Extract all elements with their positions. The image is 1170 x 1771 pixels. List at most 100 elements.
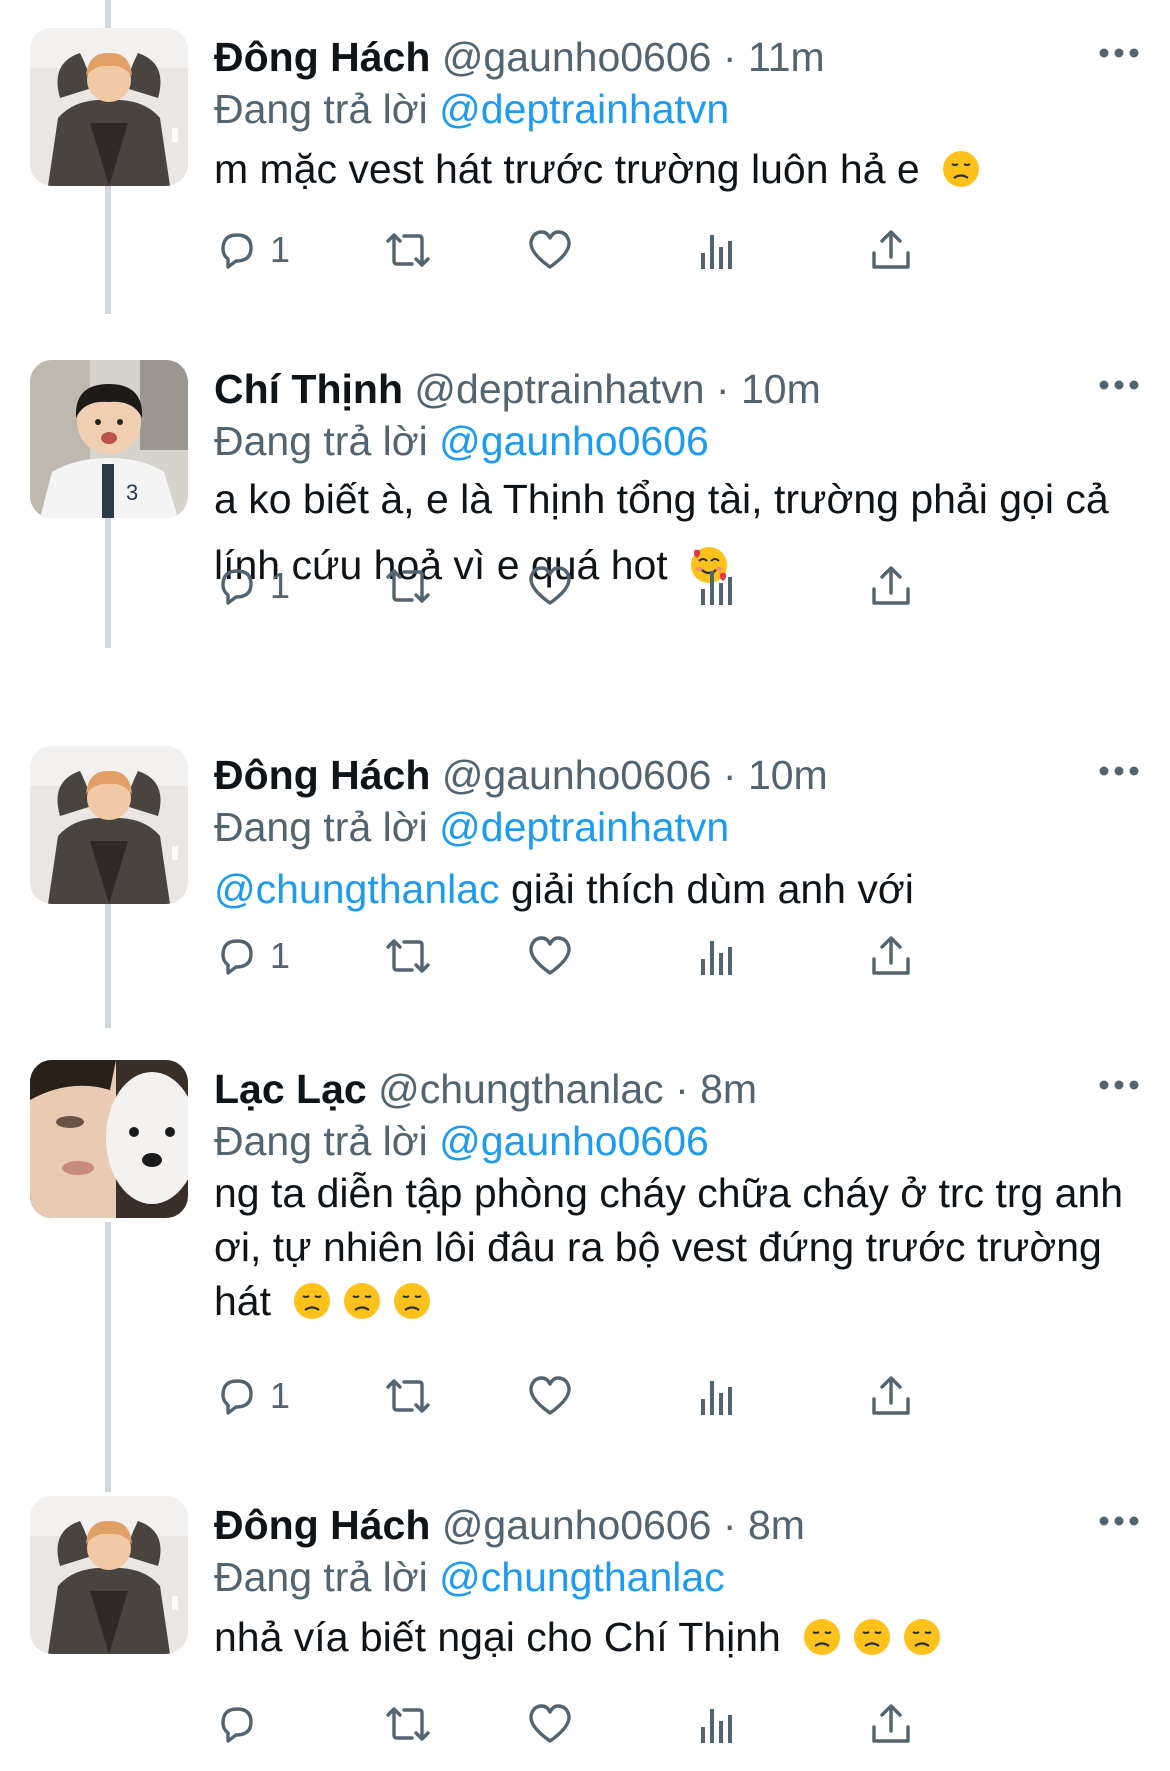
more-icon[interactable] [1098, 1506, 1140, 1536]
reply-icon [221, 939, 253, 975]
timestamp[interactable]: 10m [748, 752, 828, 798]
avatar[interactable] [30, 1496, 188, 1654]
views-button[interactable] [698, 220, 738, 280]
reply-count: 1 [270, 229, 291, 270]
disappointed-face-icon [854, 1619, 891, 1655]
heart-icon [529, 230, 571, 269]
reply-button[interactable]: 1 [214, 926, 290, 986]
replying-to: Đang trả lời @deptrainhatvn [214, 84, 729, 134]
display-name[interactable]: Đông Hách [214, 1502, 430, 1548]
like-button[interactable] [526, 556, 574, 616]
timestamp[interactable]: 8m [700, 1066, 757, 1112]
tweet[interactable]: Đông Hách @gaunho0606 · 8m Đang trả lời … [0, 1496, 1170, 1771]
retweet-icon [386, 569, 430, 603]
svg-text:3: 3 [126, 480, 138, 505]
text-mention[interactable]: @chungthanlac [214, 866, 500, 912]
tweet[interactable]: Đông Hách @gaunho0606 · 11m Đang trả lời… [0, 28, 1170, 318]
more-icon[interactable] [1098, 756, 1140, 786]
retweet-icon [386, 233, 430, 267]
reply-icon [221, 233, 253, 269]
replying-to-mention[interactable]: @deptrainhatvn [439, 804, 729, 850]
disappointed-face-icon [344, 1283, 381, 1319]
avatar[interactable] [30, 746, 188, 904]
separator-dot: · [722, 1502, 737, 1548]
user-handle[interactable]: @deptrainhatvn [414, 366, 704, 412]
retweet-button[interactable] [382, 220, 434, 280]
like-button[interactable] [526, 1694, 574, 1754]
reply-button[interactable] [214, 1694, 270, 1754]
share-button[interactable] [868, 926, 914, 986]
views-button[interactable] [698, 1366, 738, 1426]
tweet-actions [214, 1694, 1144, 1754]
disappointed-face-icon [904, 1619, 941, 1655]
display-name[interactable]: Chí Thịnh [214, 366, 403, 412]
display-name[interactable]: Đông Hách [214, 752, 430, 798]
display-name[interactable]: Lạc Lạc [214, 1066, 367, 1112]
share-icon [872, 230, 910, 269]
like-button[interactable] [526, 926, 574, 986]
tweet-header: Đông Hách @gaunho0606 · 11m [214, 32, 825, 82]
tweet-text: nhả vía biết ngại cho Chí Thịnh [214, 1604, 1144, 1670]
separator-dot: · [722, 34, 737, 80]
views-button[interactable] [698, 1694, 738, 1754]
replying-to-label: Đang trả lời [214, 418, 428, 464]
timestamp[interactable]: 10m [741, 366, 821, 412]
tweet[interactable]: 3 Chí Thịnh @deptrainhatvn · 10m Đang tr… [0, 360, 1170, 680]
more-icon[interactable] [1098, 1070, 1140, 1100]
tweet-header: Đông Hách @gaunho0606 · 8m [214, 1500, 805, 1550]
disappointed-face-icon [804, 1619, 841, 1655]
avatar[interactable] [30, 1060, 188, 1218]
tweet-text-content: giải thích dùm anh với [499, 866, 914, 912]
heart-icon [529, 936, 571, 975]
retweet-button[interactable] [382, 1694, 434, 1754]
avatar[interactable]: 3 [30, 360, 188, 518]
share-icon [872, 566, 910, 605]
tweet-text-content: m mặc vest hát trước trường luôn hả e [214, 146, 920, 192]
share-button[interactable] [868, 220, 914, 280]
user-handle[interactable]: @gaunho0606 [442, 752, 712, 798]
more-icon[interactable] [1098, 38, 1140, 68]
tweet-text: ng ta diễn tập phòng cháy chữa cháy ở tr… [214, 1166, 1144, 1328]
reply-button[interactable]: 1 [214, 1366, 290, 1426]
replying-to-mention[interactable]: @chungthanlac [439, 1554, 725, 1600]
timestamp[interactable]: 8m [748, 1502, 805, 1548]
retweet-button[interactable] [382, 1366, 434, 1426]
share-icon [872, 936, 910, 975]
user-handle[interactable]: @gaunho0606 [442, 1502, 712, 1548]
like-button[interactable] [526, 220, 574, 280]
display-name[interactable]: Đông Hách [214, 34, 430, 80]
views-icon [701, 941, 732, 975]
tweet[interactable]: Lạc Lạc @chungthanlac · 8m Đang trả lời … [0, 1060, 1170, 1440]
reply-count: 1 [270, 935, 291, 976]
more-icon[interactable] [1098, 370, 1140, 400]
disappointed-face-icon [394, 1283, 431, 1319]
share-button[interactable] [868, 1694, 914, 1754]
thread-line [105, 0, 111, 28]
user-handle[interactable]: @gaunho0606 [442, 34, 712, 80]
reply-button[interactable]: 1 [214, 220, 290, 280]
replying-to: Đang trả lời @gaunho0606 [214, 416, 709, 466]
timestamp[interactable]: 11m [748, 34, 825, 80]
views-button[interactable] [698, 556, 738, 616]
disappointed-face-icon [943, 151, 980, 187]
share-icon [872, 1376, 910, 1415]
views-button[interactable] [698, 926, 738, 986]
heart-icon [529, 1704, 571, 1743]
avatar[interactable] [30, 28, 188, 186]
replying-to-mention[interactable]: @gaunho0606 [439, 1118, 709, 1164]
like-button[interactable] [526, 1366, 574, 1426]
reply-button[interactable]: 1 [214, 556, 290, 616]
replying-to-label: Đang trả lời [214, 86, 428, 132]
retweet-button[interactable] [382, 926, 434, 986]
share-button[interactable] [868, 556, 914, 616]
tweet-text: @chungthanlac giải thích dùm anh với [214, 856, 1144, 922]
share-icon [872, 1704, 910, 1743]
user-handle[interactable]: @chungthanlac [378, 1066, 664, 1112]
reply-icon [221, 1379, 253, 1415]
separator-dot: · [675, 1066, 689, 1112]
share-button[interactable] [868, 1366, 914, 1426]
retweet-button[interactable] [382, 556, 434, 616]
tweet[interactable]: Đông Hách @gaunho0606 · 10m Đang trả lời… [0, 746, 1170, 1016]
replying-to-mention[interactable]: @deptrainhatvn [439, 86, 729, 132]
replying-to-mention[interactable]: @gaunho0606 [439, 418, 709, 464]
